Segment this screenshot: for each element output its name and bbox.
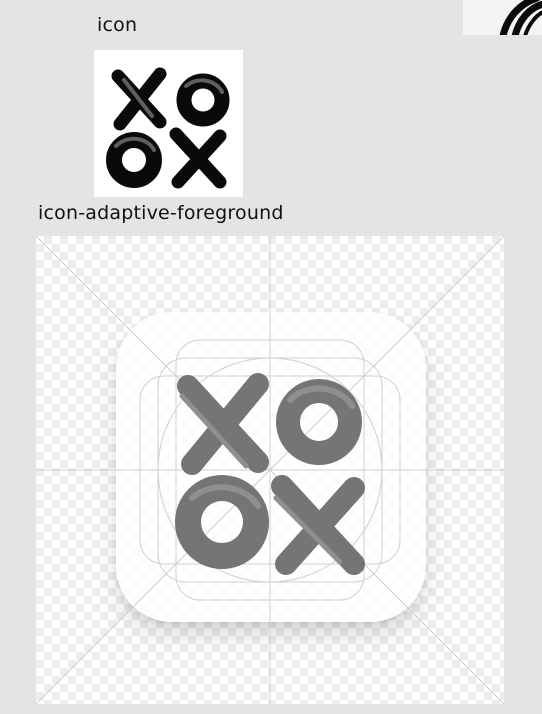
icon-label: icon xyxy=(97,14,138,36)
adaptive-foreground-preview[interactable] xyxy=(36,236,504,704)
adaptive-foreground-label: icon-adaptive-foreground xyxy=(38,202,284,224)
corner-asset-thumbnail[interactable] xyxy=(463,0,542,35)
xoox-logo-image xyxy=(106,67,230,189)
xoox-foreground-image xyxy=(175,373,365,575)
icon-preview[interactable] xyxy=(94,50,243,197)
brush-stroke-image xyxy=(499,0,542,35)
